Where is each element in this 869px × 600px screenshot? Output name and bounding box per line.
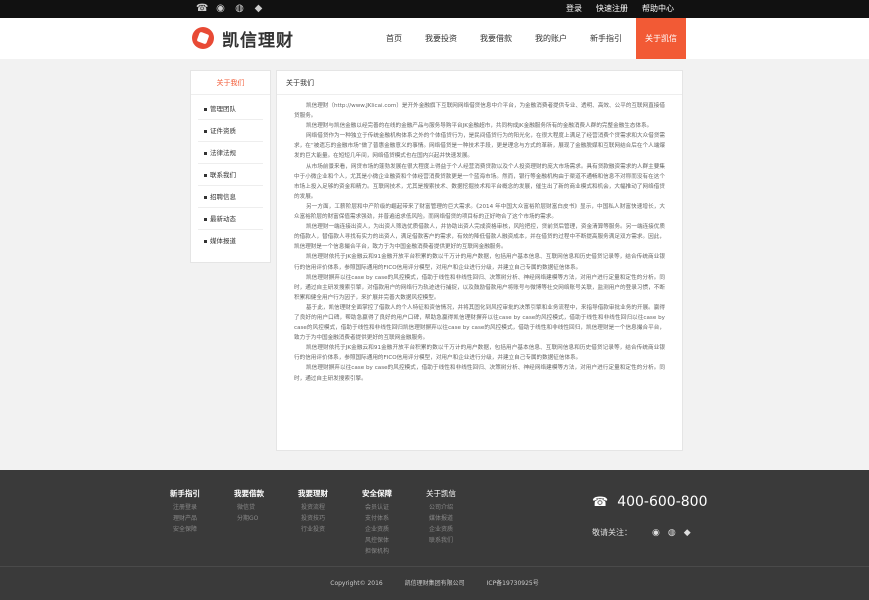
- sidebar-item-media[interactable]: 媒体报道: [198, 230, 263, 252]
- nav-account[interactable]: 我的账户: [526, 18, 576, 59]
- site-logo[interactable]: 凯信理财: [192, 25, 294, 51]
- footer-link[interactable]: 投资技巧: [298, 513, 362, 524]
- sidebar-item-contact[interactable]: 联系我们: [198, 164, 263, 186]
- follow-label: 敬请关注：: [592, 528, 632, 537]
- content-paragraph: 凯信理财一端连接出资人，为出资人筛选优质借款人，并协助出资人完成资格审核，风险把…: [294, 224, 665, 251]
- hotline: ☎ 400-600-800: [592, 494, 707, 510]
- main-content: 关于我们 凯信理财（http://www.JKlicai.com）是开外金融旗下…: [276, 70, 683, 451]
- wechat-icon[interactable]: ◍: [668, 528, 676, 538]
- footer-link[interactable]: 企业资质: [362, 524, 426, 535]
- logo-mark-icon: [192, 27, 214, 49]
- sidebar-title: 关于我们: [191, 71, 270, 95]
- qq-icon[interactable]: ◆: [253, 3, 264, 14]
- content-paragraph: 凯信理财（http://www.JKlicai.com）是开外金融旗下互联网网络…: [294, 103, 665, 120]
- icp-number: ICP备19730925号: [486, 580, 539, 587]
- nav-about[interactable]: 关于凯信: [636, 18, 686, 59]
- nav-guide[interactable]: 新手指引: [581, 18, 631, 59]
- footer-col-title: 安全保障: [362, 489, 392, 498]
- copyright-bar: Copyright© 2016 凯信理财集团有限公司 ICP备19730925号: [0, 578, 869, 587]
- footer-link[interactable]: 微信贷: [234, 502, 298, 513]
- footer-col-security: 安全保障 会员认证 支付体系 企业资质 风控保体 担保机构: [362, 488, 426, 557]
- footer-link[interactable]: 担保机构: [362, 546, 426, 557]
- sidebar-item-news[interactable]: 最新动态: [198, 208, 263, 230]
- content-paragraph: 凯信理财摒弃以往case by case的风控模式，借助于线性和非线性回归、决策…: [294, 365, 665, 382]
- footer-link[interactable]: 注册登录: [170, 502, 234, 513]
- content-paragraph: 基于此，凯信理财全面掌控了借款人的个人特征和资信情况，并将其固化到风控审批的决策…: [294, 304, 665, 342]
- footer-col-title: 新手指引: [170, 489, 200, 498]
- help-center-link[interactable]: 帮助中心: [635, 0, 681, 18]
- weibo-icon[interactable]: ◉: [215, 3, 226, 14]
- footer-col-title: 我要借款: [234, 489, 264, 498]
- footer-divider: [0, 566, 869, 567]
- content-title: 关于我们: [277, 71, 682, 95]
- logo-text: 凯信理财: [222, 30, 294, 51]
- company-name: 凯信理财集团有限公司: [404, 580, 465, 587]
- sidebar-item-laws[interactable]: 法律法规: [198, 142, 263, 164]
- footer-link[interactable]: 分期GO: [234, 513, 298, 524]
- nav-borrow[interactable]: 我要借款: [471, 18, 521, 59]
- footer-link[interactable]: 会员认证: [362, 502, 426, 513]
- site-footer: 新手指引 注册登录 理财产品 安全保障 我要借款 微信贷 分期GO 我要理财 投…: [0, 470, 869, 600]
- nav-home[interactable]: 首页: [377, 18, 411, 59]
- follow-us: 敬请关注： ◉ ◍ ◆: [592, 527, 699, 538]
- hotline-number: 400-600-800: [617, 494, 708, 510]
- footer-link[interactable]: 企业资质: [426, 524, 490, 535]
- main-nav: 首页 我要投资 我要借款 我的账户 新手指引 关于凯信: [372, 18, 686, 59]
- footer-col-guide: 新手指引 注册登录 理财产品 安全保障: [170, 488, 234, 557]
- top-links: 登录 快速注册 帮助中心: [559, 0, 681, 18]
- footer-columns: 新手指引 注册登录 理财产品 安全保障 我要借款 微信贷 分期GO 我要理财 投…: [170, 488, 490, 557]
- copyright-text: Copyright© 2016: [330, 580, 383, 587]
- content-paragraph: 网络借贷作为一种独立于传统金融机构体系之外的个体借贷行为，是民间借贷行为的阳光化…: [294, 133, 665, 160]
- footer-link[interactable]: 行业投资: [298, 524, 362, 535]
- footer-col-borrow: 我要借款 微信贷 分期GO: [234, 488, 298, 557]
- wechat-icon[interactable]: ◍: [234, 3, 245, 14]
- top-social-icons: ☎ ◉ ◍ ◆: [196, 3, 264, 14]
- footer-link[interactable]: 投资流程: [298, 502, 362, 513]
- login-link[interactable]: 登录: [559, 0, 589, 18]
- footer-link[interactable]: 支付体系: [362, 513, 426, 524]
- footer-col-invest: 我要理财 投资流程 投资技巧 行业投资: [298, 488, 362, 557]
- qq-icon[interactable]: ◆: [684, 528, 691, 538]
- content-paragraph: 另一方面，工薪阶层和中产阶级的崛起带来了财富管理的巨大需求。《2014 年中国大…: [294, 203, 665, 221]
- footer-col-title: 我要理财: [298, 489, 328, 498]
- phone-icon[interactable]: ☎: [196, 3, 208, 14]
- phone-icon: ☎: [592, 494, 609, 510]
- sidebar-item-team[interactable]: 管理团队: [198, 98, 263, 120]
- content-paragraph: 凯信理财依托于JK金融云和91金融开放平台积累的数以千万计的用户数据，包括用户基…: [294, 254, 665, 271]
- site-header: 凯信理财 首页 我要投资 我要借款 我的账户 新手指引 关于凯信: [0, 18, 869, 59]
- content-body: 凯信理财（http://www.JKlicai.com）是开外金融旗下互联网网络…: [277, 95, 682, 384]
- top-bar: ☎ ◉ ◍ ◆ 登录 快速注册 帮助中心: [0, 0, 869, 18]
- register-link[interactable]: 快速注册: [589, 0, 635, 18]
- content-paragraph: 凯信理财与凯信金融以经完善的在线的金融产品与服务导购平台JK金融超市，共同构成J…: [306, 123, 653, 130]
- sidebar-list: 管理团队 证件资质 法律法规 联系我们 招聘信息 最新动态 媒体报道: [191, 95, 270, 252]
- sidebar-item-jobs[interactable]: 招聘信息: [198, 186, 263, 208]
- footer-link[interactable]: 安全保障: [170, 524, 234, 535]
- footer-link[interactable]: 公司介绍: [426, 502, 490, 513]
- content-paragraph: 凯信理财依托于JK金融云和91金融开放平台积累的数以千万计的用户数据，包括用户基…: [294, 345, 665, 362]
- sidebar: 关于我们 管理团队 证件资质 法律法规 联系我们 招聘信息 最新动态 媒体报道: [190, 70, 271, 263]
- footer-link[interactable]: 风控保体: [362, 535, 426, 546]
- sidebar-item-qualifications[interactable]: 证件资质: [198, 120, 263, 142]
- footer-col-about: 关于凯信 公司介绍 媒体报道 企业资质 联系我们: [426, 488, 490, 557]
- content-paragraph: 凯信理财摒弃以往case by case的风控模式，借助于线性和非线性回归、决策…: [294, 274, 665, 301]
- footer-link[interactable]: 媒体报道: [426, 513, 490, 524]
- content-paragraph: 从市场前景来看，网贷市场的蓬勃发展在很大程度上得益于个人经营消费贷款以及个人投资…: [294, 163, 665, 200]
- weibo-icon[interactable]: ◉: [652, 528, 660, 538]
- footer-link[interactable]: 联系我们: [426, 535, 490, 546]
- footer-col-title: 关于凯信: [426, 489, 456, 498]
- footer-link[interactable]: 理财产品: [170, 513, 234, 524]
- nav-invest[interactable]: 我要投资: [416, 18, 466, 59]
